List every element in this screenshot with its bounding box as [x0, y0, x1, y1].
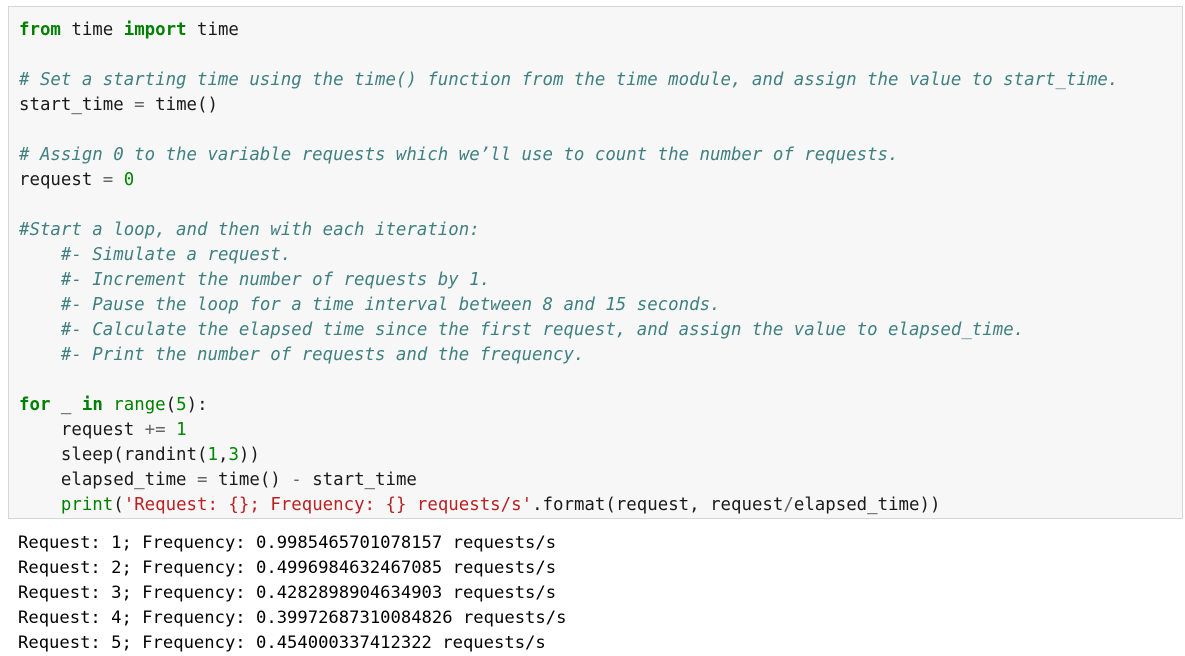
code-token: 1 — [207, 445, 218, 465]
code-token: range — [113, 395, 166, 415]
code-token: 5 — [176, 395, 187, 415]
code-token: for — [19, 395, 51, 415]
code-token: / — [783, 495, 794, 515]
code-line: #- Pause the loop for a time interval be… — [19, 293, 1182, 318]
code-token: elapsed_time)) — [793, 495, 941, 515]
output-line: Request: 3; Frequency: 0.428289890463490… — [18, 583, 557, 603]
code-line: #- Increment the number of requests by 1… — [19, 268, 1182, 293]
code-token: = — [102, 170, 114, 190]
code-token: request — [19, 420, 145, 440]
code-token: #Start a loop, and then with each iterat… — [19, 220, 480, 240]
code-token: .format(request, request — [532, 495, 784, 515]
code-token: import — [123, 20, 187, 40]
code-token: #- Increment the number of requests by 1… — [60, 270, 491, 290]
code-token: from — [19, 20, 61, 40]
code-line: # Assign 0 to the variable requests whic… — [19, 143, 1182, 168]
code-token: #- Pause the loop for a time interval be… — [60, 295, 721, 315]
code-cell[interactable]: from time import time # Set a starting t… — [8, 6, 1183, 519]
code-token: += — [144, 420, 166, 440]
code-token: time() — [144, 95, 218, 115]
code-token: #- Simulate a request. — [60, 245, 292, 265]
code-line: # Set a starting time using the time() f… — [19, 68, 1182, 93]
output-area: Request: 1; Frequency: 0.998546570107815… — [0, 521, 1185, 656]
code-token: = — [134, 95, 145, 115]
code-token: time() — [207, 470, 292, 490]
code-token: elapsed_time — [19, 470, 197, 490]
output-line: Request: 4; Frequency: 0.399726873100848… — [18, 608, 567, 628]
output-line: Request: 2; Frequency: 0.499698463246708… — [18, 558, 557, 578]
code-token: 'Request: {}; Frequency: {} requests/s' — [123, 495, 533, 515]
code-token: 3 — [228, 445, 239, 465]
code-line: request = 0 — [19, 168, 1182, 193]
output-line: Request: 5; Frequency: 0.454000337412322… — [18, 633, 546, 653]
code-line: request += 1 — [19, 418, 1182, 443]
code-token: = — [197, 470, 208, 490]
code-token: #- Print the number of requests and the … — [60, 345, 585, 365]
code-token: time — [60, 20, 124, 40]
code-token: )) — [238, 445, 260, 465]
code-token: start_time — [19, 95, 135, 115]
code-line: elapsed_time = time() - start_time — [19, 468, 1182, 493]
code-token: time — [186, 20, 239, 40]
code-token: - — [291, 470, 302, 490]
code-line: #- Print the number of requests and the … — [19, 343, 1182, 368]
code-line: sleep(randint(1,3)) — [19, 443, 1182, 468]
code-line: #Start a loop, and then with each iterat… — [19, 218, 1182, 243]
code-token: start_time — [301, 470, 417, 490]
code-token: # Assign 0 to the variable requests whic… — [19, 145, 899, 165]
code-line: #- Calculate the elapsed time since the … — [19, 318, 1182, 343]
code-token: , — [217, 445, 229, 465]
code-line: start_time = time() — [19, 93, 1182, 118]
code-token: _ — [50, 395, 82, 415]
code-token: print — [60, 495, 114, 515]
code-token: # Set a starting time using the time() f… — [19, 70, 1119, 90]
code-line: print('Request: {}; Frequency: {} reques… — [19, 493, 1182, 518]
code-line: #- Simulate a request. — [19, 243, 1182, 268]
code-token: 0 — [123, 170, 135, 190]
code-line: from time import time — [19, 18, 1182, 43]
code-token: ): — [186, 395, 208, 415]
code-token: in — [81, 395, 103, 415]
code-token: sleep(randint( — [19, 445, 208, 465]
code-token: 1 — [176, 420, 187, 440]
code-token: ( — [165, 395, 177, 415]
output-line: Request: 1; Frequency: 0.998546570107815… — [18, 533, 557, 553]
code-line: for _ in range(5): — [19, 393, 1182, 418]
code-token: #- Calculate the elapsed time since the … — [60, 320, 1025, 340]
code-token: ( — [113, 495, 124, 515]
code-token: request — [19, 170, 103, 190]
